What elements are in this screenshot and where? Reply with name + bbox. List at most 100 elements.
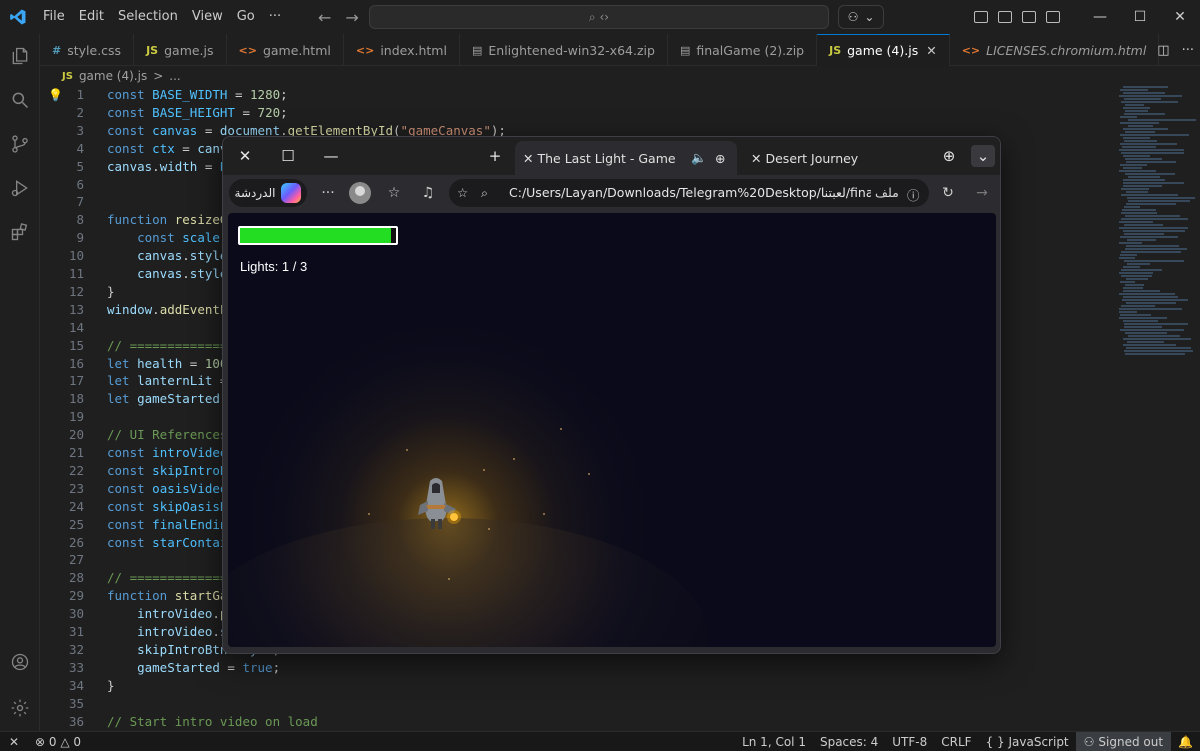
file-encoding[interactable]: UTF-8 — [885, 735, 934, 749]
refresh-icon[interactable]: ↻ — [937, 181, 959, 205]
split-editor-icon[interactable]: ◫ — [1157, 43, 1169, 58]
editor-tab-label: Enlightened-win32-x64.zip — [488, 42, 655, 58]
language-mode[interactable]: { } JavaScript — [979, 735, 1076, 749]
menu-file[interactable]: File — [36, 0, 72, 34]
notifications-bell-icon[interactable]: 🔔 — [1171, 735, 1200, 749]
command-center-search[interactable]: ⌕ ‹› — [369, 5, 829, 29]
end-of-line[interactable]: CRLF — [934, 735, 978, 749]
forward-arrow-icon[interactable]: → — [345, 8, 358, 27]
line-number: 13 — [68, 301, 84, 317]
line-number: 3 — [76, 122, 84, 138]
code-line[interactable]: 34} — [40, 677, 1115, 695]
toggle-secondary-sidebar-icon[interactable] — [1022, 11, 1036, 23]
browser-globe-icon: ⊕ — [942, 147, 956, 165]
tab-close-icon[interactable]: ✕ — [751, 151, 761, 166]
accounts-icon[interactable] — [8, 650, 32, 674]
problems-indicator[interactable]: ⊗ 0 △ 0 — [28, 735, 88, 749]
media-control-icon[interactable]: ♫ — [417, 181, 439, 205]
code-line[interactable]: 35 — [40, 695, 1115, 713]
forward-icon[interactable]: → — [971, 181, 993, 205]
run-debug-icon[interactable] — [8, 176, 32, 200]
indentation[interactable]: Spaces: 4 — [813, 735, 885, 749]
line-number: 24 — [68, 498, 84, 514]
back-arrow-icon[interactable]: ← — [318, 8, 331, 27]
minimap[interactable] — [1115, 86, 1200, 731]
line-number: 20 — [68, 427, 84, 443]
tab-close-icon[interactable]: ✕ — [523, 151, 533, 166]
menu-go[interactable]: Go — [230, 0, 262, 34]
minimap-line — [1123, 287, 1143, 289]
minimize-icon[interactable]: — — [1080, 9, 1120, 25]
tab-list-chevron-icon[interactable]: ⌄ — [971, 145, 995, 167]
code-line[interactable]: 2 const BASE_HEIGHT = 720; — [40, 104, 1115, 122]
tab-close-icon[interactable]: ✕ — [926, 43, 936, 58]
site-info-icon[interactable]: ⓘ — [907, 185, 920, 204]
code-line[interactable]: 33 gameStarted = true; — [40, 659, 1115, 677]
editor-tab[interactable]: <> game.html — [227, 34, 344, 66]
remote-indicator-icon[interactable]: ✕ — [0, 732, 28, 751]
browser-close-icon[interactable]: ✕ — [233, 145, 257, 167]
search-icon[interactable]: ⌕ — [481, 185, 488, 201]
minimap-line — [1123, 296, 1178, 298]
code-line[interactable]: 36 // Start intro video on load — [40, 713, 1115, 731]
code-line[interactable]: 1 const BASE_WIDTH = 1280; — [40, 86, 1115, 104]
settings-gear-icon[interactable] — [8, 696, 32, 720]
browser-minimize-icon[interactable]: — — [319, 145, 343, 167]
breadcrumb-file[interactable]: game (4).js — [79, 69, 147, 83]
extensions-icon[interactable] — [8, 220, 32, 244]
minimap-line — [1120, 122, 1159, 124]
menu-view[interactable]: View — [185, 0, 230, 34]
copilot-menu-button[interactable]: ⚇ ⌄ — [838, 5, 884, 29]
more-actions-icon[interactable]: ··· — [1182, 43, 1194, 58]
toggle-panel-icon[interactable] — [998, 11, 1012, 23]
tab-audio-icon[interactable]: 🔈 — [691, 150, 707, 166]
line-number: 32 — [68, 641, 84, 657]
browser-restore-icon[interactable]: ☐ — [276, 145, 300, 167]
editor-tab[interactable]: ▤ Enlightened-win32-x64.zip — [460, 34, 668, 66]
search-icon[interactable] — [8, 88, 32, 112]
maximize-icon[interactable]: ☐ — [1120, 9, 1160, 25]
explorer-icon[interactable] — [8, 44, 32, 68]
profile-avatar[interactable] — [349, 182, 371, 204]
editor-tab[interactable]: ▤ finalGame (2).zip — [668, 34, 818, 66]
source-control-icon[interactable] — [8, 132, 32, 156]
copilot-chat-button[interactable]: الدردشة — [229, 179, 307, 207]
minimap-line — [1119, 242, 1142, 244]
editor-tab[interactable]: <> LICENSES.chromium.html — [950, 34, 1160, 66]
customize-layout-icon[interactable] — [1046, 11, 1060, 23]
cursor-position[interactable]: Ln 1, Col 1 — [735, 735, 813, 749]
game-canvas[interactable]: Lights: 1 / 3 — [228, 213, 996, 647]
minimap-line — [1124, 113, 1165, 115]
minimap-line — [1127, 239, 1156, 241]
minimap-line — [1122, 209, 1156, 211]
add-favorite-star-icon[interactable]: ☆ — [457, 185, 468, 200]
menu-selection[interactable]: Selection — [111, 0, 185, 34]
toggle-primary-sidebar-icon[interactable] — [974, 11, 988, 23]
minimap-line — [1120, 254, 1137, 256]
menu-more[interactable]: ··· — [262, 0, 288, 34]
favorites-icon[interactable]: ☆ — [383, 181, 405, 205]
layout-controls — [974, 0, 1060, 34]
tab-globe-icon: ⊕ — [715, 150, 726, 166]
line-number: 28 — [68, 570, 84, 586]
file-type-icon: ▤ — [679, 43, 691, 57]
editor-tab[interactable]: JS game.js — [134, 34, 227, 66]
minimap-line — [1124, 224, 1163, 226]
breadcrumb-symbol[interactable]: ... — [169, 69, 180, 83]
code-text: let health = 100; — [107, 355, 235, 371]
menu-edit[interactable]: Edit — [72, 0, 111, 34]
signed-out-button[interactable]: ⚇ Signed out — [1075, 732, 1172, 751]
editor-tab[interactable]: <> index.html — [344, 34, 460, 66]
editor-tab[interactable]: # style.css — [40, 34, 135, 66]
new-tab-plus-icon[interactable]: + — [483, 145, 507, 167]
copilot-logo-icon — [281, 183, 302, 203]
address-url[interactable]: C:/Users/Layan/Downloads/Telegram%20Desk… — [509, 179, 871, 207]
minimap-line — [1123, 86, 1168, 88]
browser-tab-game[interactable]: ✕ The Last Light - Game 🔈 ⊕ — [515, 141, 737, 175]
browser-tab-desert[interactable]: ✕ Desert Journey — [743, 141, 923, 175]
close-icon[interactable]: ✕ — [1160, 9, 1200, 25]
editor-tab[interactable]: JS game (4).js ✕ — [817, 34, 950, 66]
more-options-icon[interactable]: ··· — [317, 181, 339, 205]
address-bar[interactable]: ☆ ⌕ C:/Users/Layan/Downloads/Telegram%20… — [449, 179, 929, 207]
line-number: 10 — [68, 248, 84, 264]
